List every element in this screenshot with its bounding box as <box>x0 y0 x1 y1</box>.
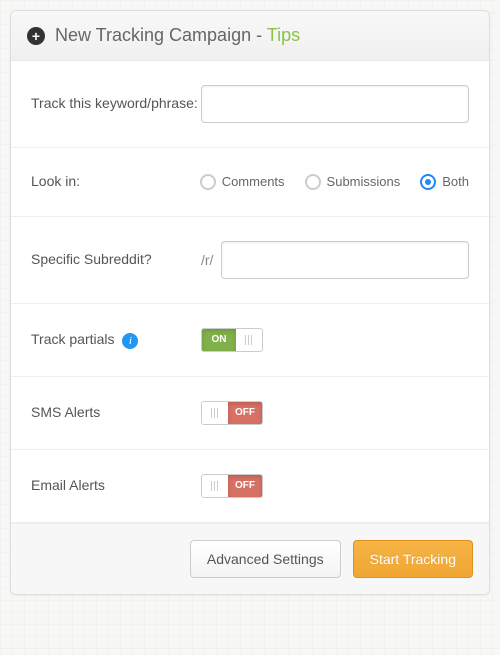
email-toggle[interactable]: OFF <box>201 474 263 498</box>
radio-icon <box>420 174 436 190</box>
panel-title: New Tracking Campaign - Tips <box>55 25 300 46</box>
row-partials: Track partials i ON <box>11 304 489 377</box>
title-tips-link[interactable]: Tips <box>267 25 300 45</box>
info-icon[interactable]: i <box>122 333 138 349</box>
plus-icon: + <box>27 27 45 45</box>
subreddit-prefix: /r/ <box>201 252 213 268</box>
toggle-off-label: OFF <box>228 402 262 424</box>
toggle-on-label: ON <box>202 329 236 351</box>
title-main: New Tracking Campaign - <box>55 25 267 45</box>
sms-toggle[interactable]: OFF <box>201 401 263 425</box>
radio-icon <box>305 174 321 190</box>
row-lookin: Look in: Comments Submissions Both <box>11 148 489 217</box>
radio-icon <box>200 174 216 190</box>
toggle-handle-icon <box>202 402 228 424</box>
row-email: Email Alerts OFF <box>11 450 489 523</box>
radio-both[interactable]: Both <box>420 174 469 190</box>
lookin-label: Look in: <box>31 172 200 192</box>
toggle-handle-icon <box>236 329 262 351</box>
partials-toggle[interactable]: ON <box>201 328 263 352</box>
row-keyword: Track this keyword/phrase: <box>11 61 489 148</box>
radio-comments[interactable]: Comments <box>200 174 285 190</box>
advanced-settings-button[interactable]: Advanced Settings <box>190 540 341 578</box>
panel-footer: Advanced Settings Start Tracking <box>11 523 489 594</box>
radio-label: Both <box>442 174 469 189</box>
row-subreddit: Specific Subreddit? /r/ <box>11 217 489 304</box>
subreddit-label: Specific Subreddit? <box>31 250 201 270</box>
toggle-off-label: OFF <box>228 475 262 497</box>
row-sms: SMS Alerts OFF <box>11 377 489 450</box>
panel-header: + New Tracking Campaign - Tips <box>11 11 489 61</box>
campaign-panel: + New Tracking Campaign - Tips Track thi… <box>10 10 490 595</box>
keyword-label: Track this keyword/phrase: <box>31 94 201 114</box>
toggle-handle-icon <box>202 475 228 497</box>
start-tracking-button[interactable]: Start Tracking <box>353 540 473 578</box>
lookin-radio-group: Comments Submissions Both <box>200 174 469 190</box>
keyword-input[interactable] <box>201 85 469 123</box>
radio-submissions[interactable]: Submissions <box>305 174 401 190</box>
sms-label: SMS Alerts <box>31 403 201 423</box>
email-label: Email Alerts <box>31 476 201 496</box>
partials-label: Track partials i <box>31 330 201 350</box>
subreddit-input[interactable] <box>221 241 469 279</box>
radio-label: Comments <box>222 174 285 189</box>
radio-label: Submissions <box>327 174 401 189</box>
